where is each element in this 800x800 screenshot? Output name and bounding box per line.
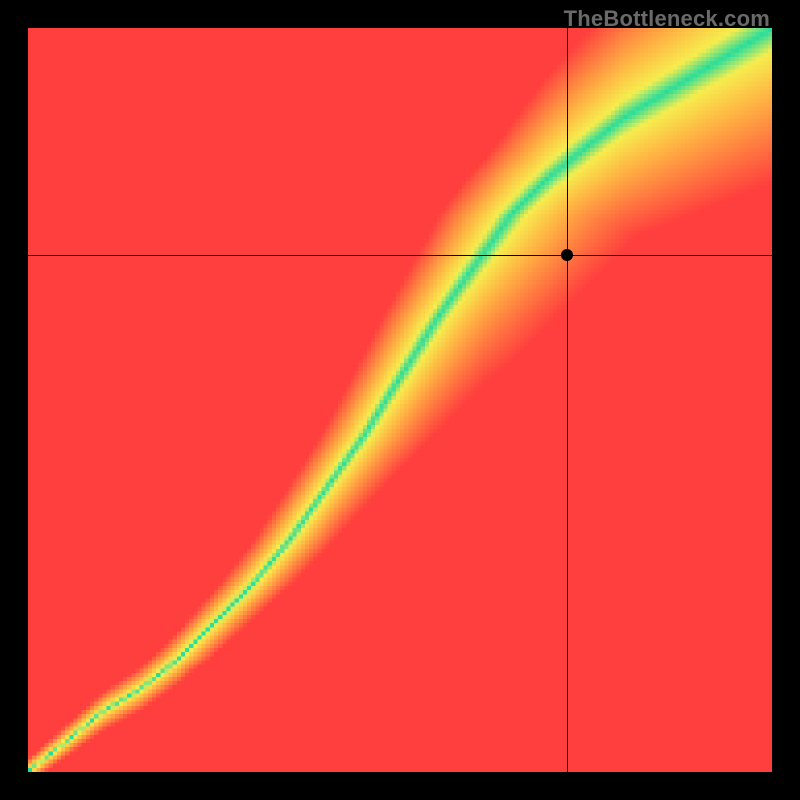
selection-marker[interactable] <box>561 249 573 261</box>
crosshair-vertical <box>567 28 568 772</box>
chart-container: { "branding": { "watermark": "TheBottlen… <box>0 0 800 800</box>
watermark-text: TheBottleneck.com <box>564 6 770 32</box>
chart-overlay <box>28 28 772 772</box>
crosshair-horizontal <box>28 255 772 256</box>
